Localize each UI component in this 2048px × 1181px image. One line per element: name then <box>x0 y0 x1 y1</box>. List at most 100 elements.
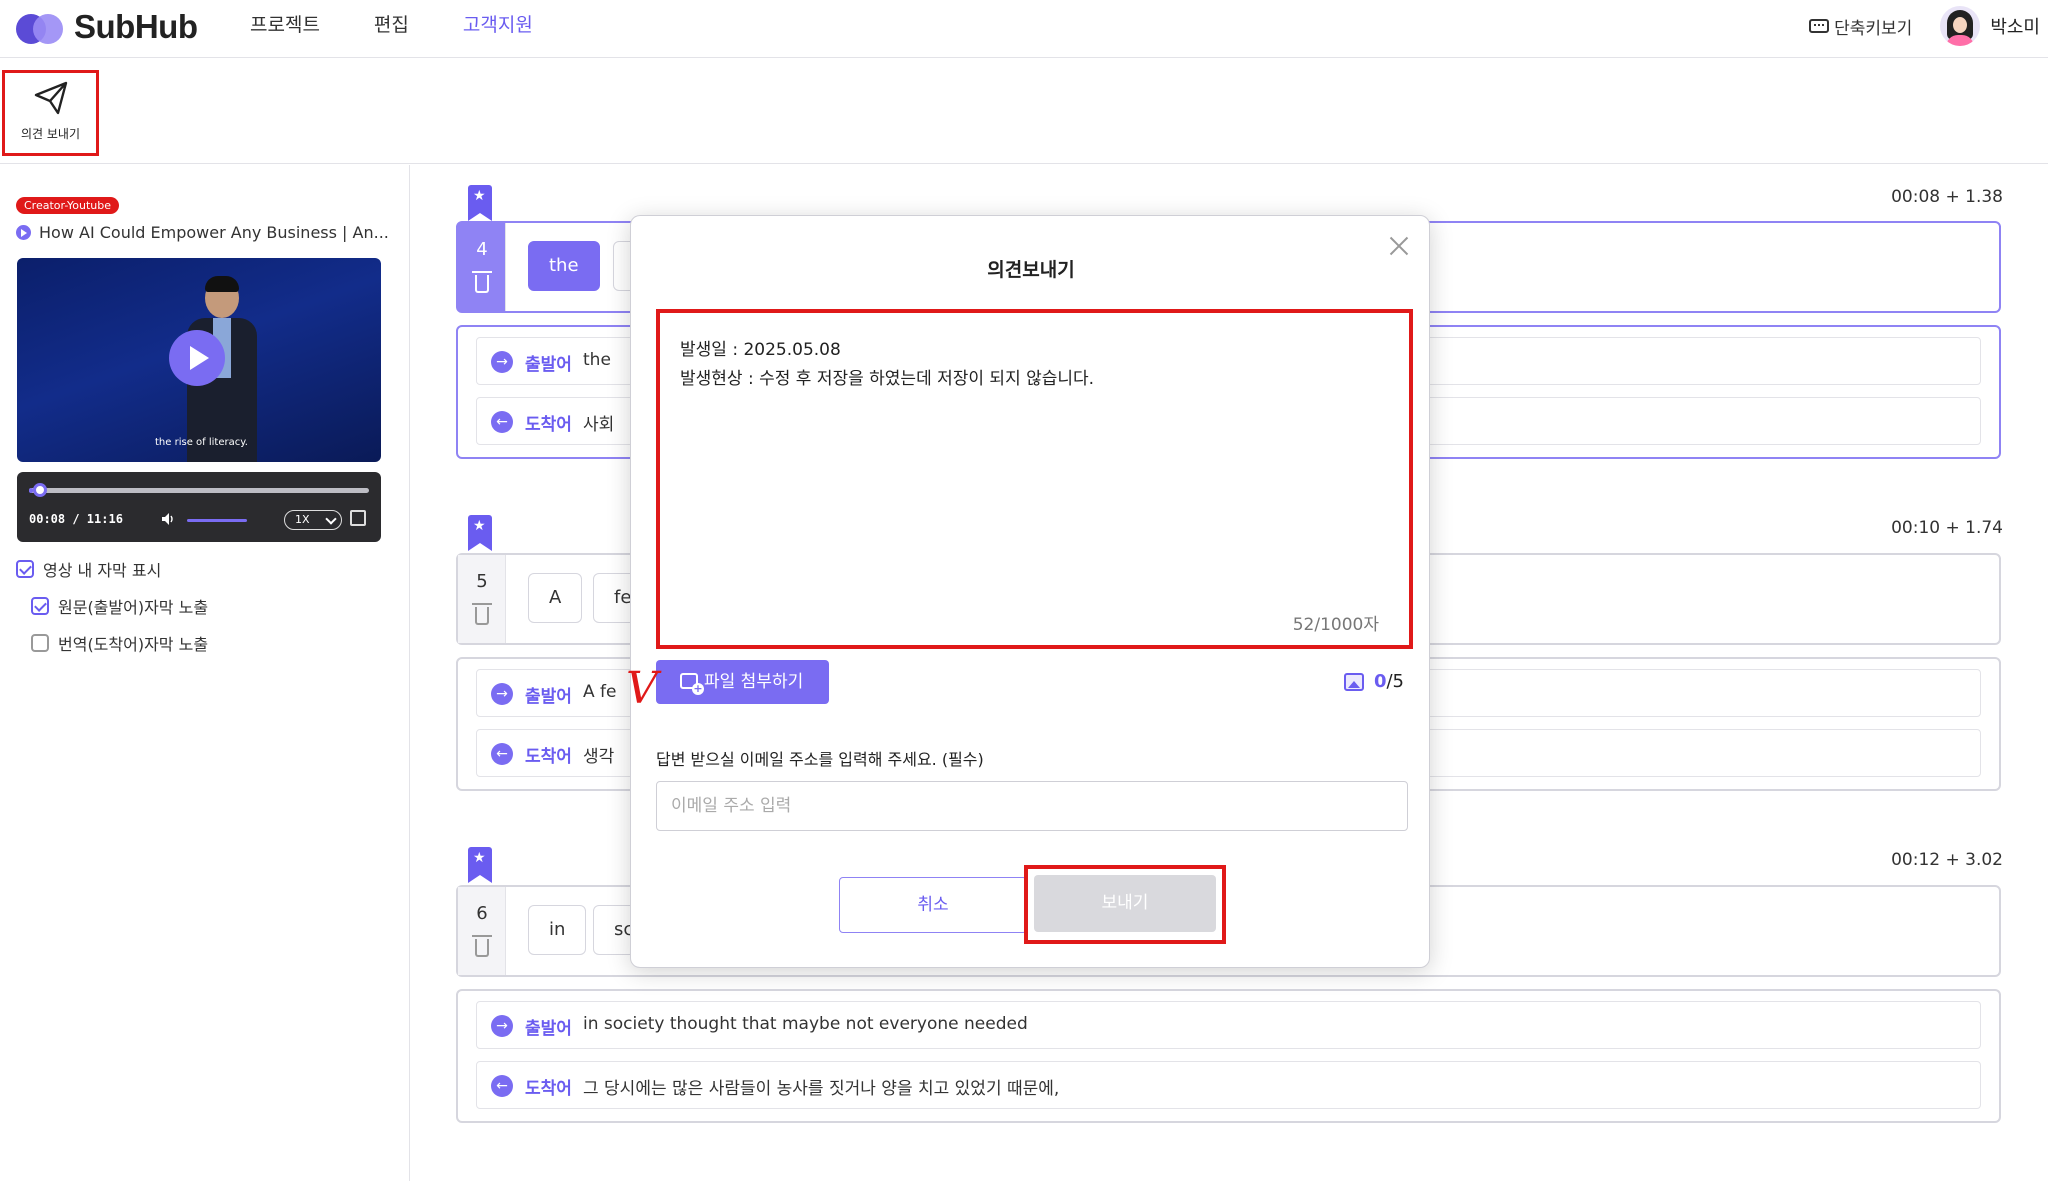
fullscreen-icon[interactable] <box>350 510 366 526</box>
send-feedback-button[interactable]: 의견 보내기 <box>2 70 99 156</box>
segment-number-column: 5 <box>458 555 506 643</box>
annotation-check-mark: V <box>626 663 658 714</box>
logo-mark-icon <box>16 10 66 44</box>
arrow-right-icon: → <box>491 351 513 373</box>
char-count: 52/1000자 <box>1292 615 1379 635</box>
nav-item-edit[interactable]: 편집 <box>374 12 409 38</box>
toolbar: 의견 보내기 <box>0 59 2048 164</box>
arrow-left-icon: ← <box>491 411 513 433</box>
trash-icon[interactable] <box>472 935 492 957</box>
keyboard-icon <box>1809 19 1830 33</box>
nav-item-projects[interactable]: 프로젝트 <box>250 12 320 38</box>
segment-number: 4 <box>476 239 488 260</box>
avatar[interactable] <box>1940 6 1981 46</box>
target-label: 도착어 <box>525 415 572 435</box>
chevron-down-icon <box>325 513 337 525</box>
feedback-textarea[interactable]: 발생일 : 2025.05.08 발생현상 : 수정 후 저장을 하였는데 저장… <box>656 309 1413 649</box>
segment-number-column: 6 <box>458 887 506 975</box>
main-nav: 프로젝트 편집 고객지원 <box>250 12 587 38</box>
feedback-label: 의견 보내기 <box>20 127 80 141</box>
checkbox[interactable] <box>31 634 49 652</box>
image-count: 0 /5 <box>1343 671 1404 692</box>
subhub-logo[interactable]: SubHub <box>16 8 198 46</box>
bookmark-icon[interactable] <box>468 515 492 551</box>
shortcut-button[interactable]: 단축키보기 <box>1809 14 1912 39</box>
play-circle-icon <box>16 225 31 240</box>
close-icon[interactable] <box>1389 236 1409 256</box>
word-chip[interactable]: in <box>528 905 587 955</box>
target-text-row[interactable]: ← 도착어 그 당시에는 많은 사람들이 농사를 짓거나 양을 치고 있었기 때… <box>476 1061 1981 1109</box>
target-text[interactable]: 그 당시에는 많은 사람들이 농사를 짓거나 양을 치고 있었기 때문에, <box>583 1074 1059 1099</box>
checkbox[interactable] <box>16 560 34 578</box>
word-chip[interactable]: A <box>528 573 583 623</box>
attach-label: 파일 첨부하기 <box>704 672 804 692</box>
option-label: 번역(도착어)자막 노출 <box>58 635 209 654</box>
target-text[interactable]: 사회 <box>583 410 614 435</box>
email-label: 답변 받으실 이메일 주소를 입력해 주세요. (필수) <box>656 750 984 769</box>
arrow-right-icon: → <box>491 683 513 705</box>
progress-knob[interactable] <box>33 483 48 497</box>
word-chip[interactable]: the <box>528 241 600 291</box>
progress-slider[interactable] <box>29 483 369 497</box>
username[interactable]: 박소미 <box>1990 13 2040 39</box>
send-button-highlight: 보내기 <box>1024 865 1226 944</box>
subtitle-text-card: → 출발어 in society thought that maybe not … <box>456 989 2001 1123</box>
logo-text: SubHub <box>74 8 198 45</box>
option-label: 원문(출발어)자막 노출 <box>58 598 209 617</box>
attach-file-button[interactable]: 파일 첨부하기 <box>656 660 829 704</box>
nav-item-support[interactable]: 고객지원 <box>463 12 533 38</box>
play-icon[interactable] <box>169 330 225 386</box>
arrow-left-icon: ← <box>491 743 513 765</box>
volume-icon[interactable] <box>161 512 175 526</box>
arrow-right-icon: → <box>491 1015 513 1037</box>
speed-value: 1X <box>295 513 310 526</box>
top-navigation-bar: SubHub 프로젝트 편집 고객지원 단축키보기 박소미 <box>0 0 2048 58</box>
video-sidebar: Creator-Youtube How AI Could Empower Any… <box>0 165 410 1181</box>
checkbox[interactable] <box>31 597 49 615</box>
segment-number-column: 4 <box>458 223 506 311</box>
header-right: 단축키보기 박소미 <box>1809 6 2040 46</box>
image-count-current: 0 <box>1373 671 1387 692</box>
video-preview[interactable]: the rise of literacy. <box>17 258 381 462</box>
modal-title: 의견보내기 <box>987 259 1075 281</box>
cancel-button[interactable]: 취소 <box>839 877 1027 933</box>
email-input[interactable] <box>656 781 1408 831</box>
source-label: 출발어 <box>525 687 572 707</box>
source-text[interactable]: in society thought that maybe not everyo… <box>583 1014 1028 1034</box>
source-text[interactable]: A fe <box>583 682 616 702</box>
feedback-line-issue: 발생현상 : 수정 후 저장을 하였는데 저장이 되지 않습니다. <box>680 369 1095 389</box>
feedback-line-date: 발생일 : 2025.05.08 <box>680 340 841 360</box>
volume-slider[interactable] <box>187 519 247 522</box>
target-label: 도착어 <box>525 1079 572 1099</box>
trash-icon[interactable] <box>472 603 492 625</box>
shortcut-label: 단축키보기 <box>1834 18 1913 39</box>
source-label: 출발어 <box>525 355 572 375</box>
target-text[interactable]: 생각 <box>583 742 614 767</box>
source-label: 출발어 <box>525 1019 572 1039</box>
trash-icon[interactable] <box>472 271 492 293</box>
segment-number: 6 <box>476 903 488 924</box>
target-label: 도착어 <box>525 747 572 767</box>
source-text[interactable]: the <box>583 350 611 370</box>
segment-timestamp: 00:12 + 3.02 <box>1891 850 2003 870</box>
segment-number: 5 <box>476 571 488 592</box>
option-target-subtitles[interactable]: 번역(도착어)자막 노출 <box>31 631 208 655</box>
speed-select[interactable]: 1X <box>284 510 342 530</box>
bookmark-icon[interactable] <box>468 185 492 221</box>
image-add-icon <box>680 673 704 695</box>
arrow-left-icon: ← <box>491 1075 513 1097</box>
time-display: 00:08 / 11:16 <box>29 512 123 526</box>
segment-timestamp: 00:08 + 1.38 <box>1891 187 2003 207</box>
video-title: How AI Could Empower Any Business | An..… <box>39 223 389 242</box>
option-label: 영상 내 자막 표시 <box>43 561 162 580</box>
video-title-row: How AI Could Empower Any Business | An..… <box>16 223 396 242</box>
bookmark-icon[interactable] <box>468 847 492 883</box>
send-button[interactable]: 보내기 <box>1034 875 1216 932</box>
option-source-subtitles[interactable]: 원문(출발어)자막 노출 <box>31 594 208 618</box>
feedback-modal: 의견보내기 발생일 : 2025.05.08 발생현상 : 수정 후 저장을 하… <box>626 215 1430 968</box>
source-text-row[interactable]: → 출발어 in society thought that maybe not … <box>476 1001 1981 1049</box>
option-show-subtitles[interactable]: 영상 내 자막 표시 <box>16 557 161 581</box>
segment-timestamp: 00:10 + 1.74 <box>1891 518 2003 538</box>
creator-badge: Creator-Youtube <box>16 197 119 214</box>
player-controls: 00:08 / 11:16 1X <box>17 472 381 542</box>
